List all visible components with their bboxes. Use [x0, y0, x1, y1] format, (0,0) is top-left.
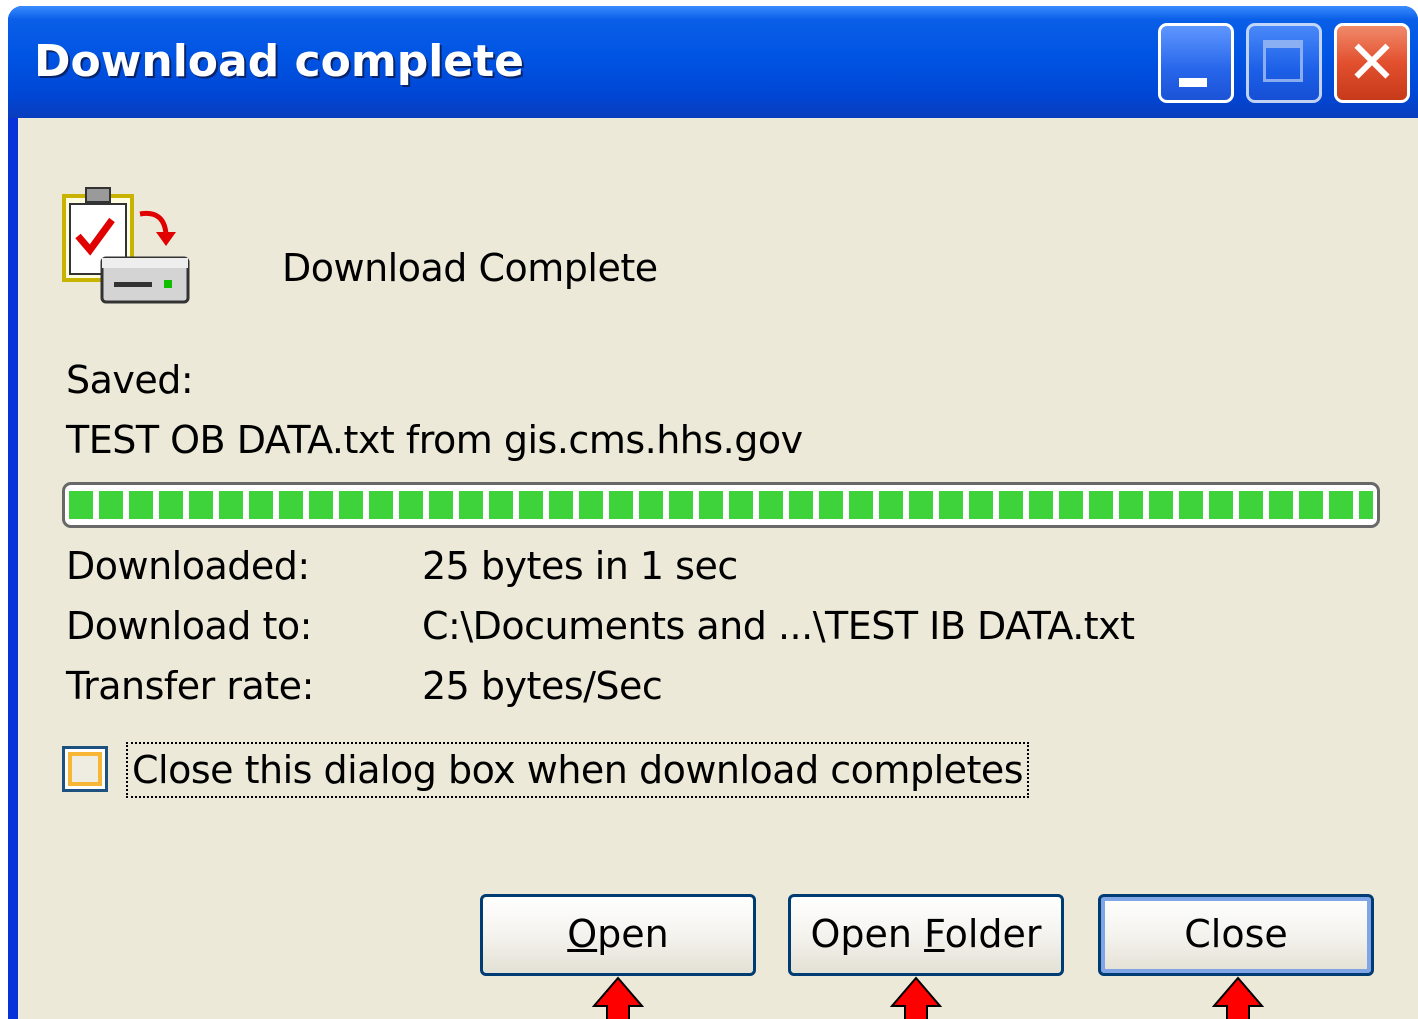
open-folder-prefix: Open	[810, 912, 925, 956]
close-icon: ✕	[1346, 28, 1398, 98]
download-to-label: Download to:	[66, 604, 312, 648]
open-mnemonic: O	[567, 912, 598, 956]
downloaded-label: Downloaded:	[66, 544, 310, 588]
red-arrow-icon	[1212, 976, 1264, 1019]
download-progress-bar	[62, 482, 1380, 528]
title-close-button[interactable]: ✕	[1334, 23, 1410, 103]
close-label: Close	[1184, 912, 1288, 956]
close-when-done-label[interactable]: Close this dialog box when download comp…	[126, 742, 1030, 798]
minimize-icon	[1179, 78, 1207, 87]
red-arrow-icon	[890, 976, 942, 1019]
title-bar[interactable]: Download complete ✕	[8, 6, 1418, 118]
open-folder-label: older	[944, 912, 1042, 956]
checkbox-box	[68, 752, 102, 786]
window-title: Download complete	[34, 36, 524, 87]
progress-fill	[69, 491, 1373, 519]
minimize-button[interactable]	[1158, 23, 1234, 103]
open-folder-button[interactable]: Open Folder	[788, 894, 1064, 976]
download-dialog: Download complete ✕ Download Complete Sa…	[8, 6, 1418, 1019]
open-button[interactable]: Open	[480, 894, 756, 976]
saved-label: Saved:	[66, 358, 194, 402]
download-to-value: C:\Documents and ...\TEST IB DATA.txt	[422, 604, 1135, 648]
open-folder-mnemonic: F	[924, 912, 945, 956]
transfer-rate-label: Transfer rate:	[66, 664, 314, 708]
maximize-icon	[1263, 40, 1303, 82]
saved-file: TEST OB DATA.txt from gis.cms.hhs.gov	[66, 418, 803, 462]
downloaded-value: 25 bytes in 1 sec	[422, 544, 738, 588]
open-label: pen	[597, 912, 669, 956]
maximize-button	[1246, 23, 1322, 103]
close-when-done-checkbox[interactable]	[62, 746, 108, 792]
close-button[interactable]: Close	[1098, 894, 1374, 976]
red-arrow-icon	[592, 976, 644, 1019]
dialog-body: Download Complete Saved: TEST OB DATA.tx…	[18, 118, 1418, 1019]
status-heading: Download Complete	[282, 246, 658, 290]
download-complete-icon	[62, 187, 190, 304]
transfer-rate-value: 25 bytes/Sec	[422, 664, 663, 708]
